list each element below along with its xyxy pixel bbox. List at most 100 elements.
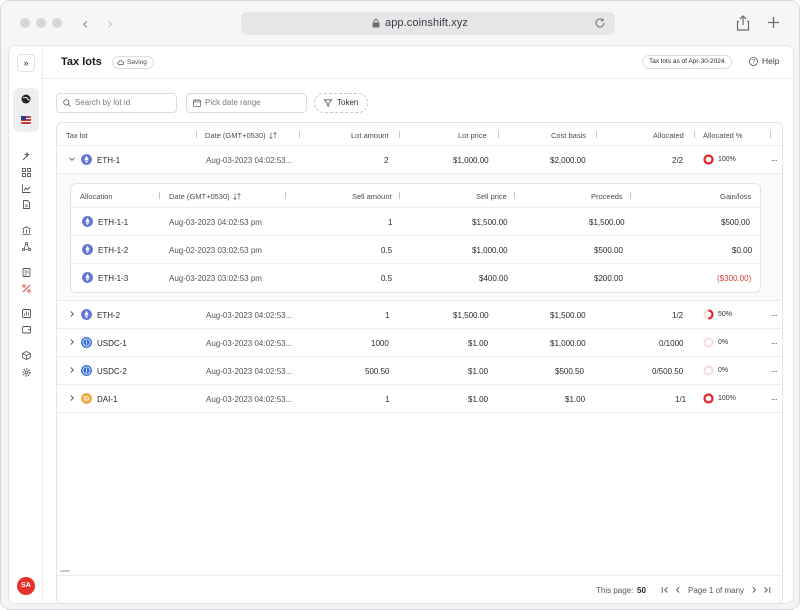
chevron-right-icon[interactable]: [68, 310, 76, 318]
back-arrow-icon[interactable]: ‹: [82, 14, 88, 33]
col-proceeds[interactable]: Proceeds: [591, 192, 623, 201]
column-separator[interactable]: [630, 192, 631, 199]
page-size-value[interactable]: 50: [637, 586, 646, 595]
user-avatar[interactable]: SA: [17, 577, 35, 595]
allocation-id: ETH-1-1: [98, 218, 129, 227]
allocation-id: ETH-1-3: [98, 274, 129, 283]
column-separator[interactable]: [159, 192, 160, 199]
allocation-date: Aug-03-2023 03:02:53 pm: [169, 274, 262, 283]
chevron-right-icon[interactable]: [68, 366, 76, 374]
report-icon[interactable]: [22, 309, 31, 318]
allocated-pct: 0%: [718, 367, 729, 374]
table-row[interactable]: USDC-1 Aug-03-2023 04:02:53... 1000 $1.0…: [57, 329, 782, 357]
wallet-icon[interactable]: [22, 325, 31, 334]
bank-icon[interactable]: [22, 226, 31, 235]
chevron-right-icon[interactable]: [68, 338, 76, 346]
browser-window: ‹ › app.coinshift.xyz » SA Tax lots Savi…: [0, 0, 800, 610]
row-more-menu[interactable]: ...: [771, 153, 778, 163]
sort-icon[interactable]: [268, 132, 277, 139]
next-page-icon[interactable]: [750, 586, 758, 594]
column-separator[interactable]: [770, 131, 771, 138]
col-date[interactable]: Date (GMT+0530): [205, 131, 277, 140]
help-link[interactable]: ? Help: [749, 56, 779, 66]
chevron-down-icon[interactable]: [68, 155, 76, 163]
column-separator[interactable]: [399, 192, 400, 199]
col-lot-price[interactable]: Lot price: [458, 131, 487, 140]
col-sub-date[interactable]: Date (GMT+0530): [169, 192, 241, 201]
col-cost-basis[interactable]: Cost basis: [551, 131, 586, 140]
col-allocated-pct[interactable]: Allocated %: [703, 131, 743, 140]
col-tax-lot[interactable]: Tax lot: [66, 131, 88, 140]
row-more-menu[interactable]: ...: [771, 364, 778, 374]
token-filter-button[interactable]: Token: [314, 93, 368, 113]
col-allocation[interactable]: Allocation: [80, 192, 113, 201]
expand-sidebar-button[interactable]: »: [17, 54, 35, 72]
table-row[interactable]: ETH-1 Aug-03-2023 04:02:53... 2 $1,000.0…: [57, 146, 782, 174]
search-input[interactable]: Search by lot id: [56, 93, 177, 113]
row-more-menu[interactable]: ...: [771, 392, 778, 402]
lot-id: USDC-2: [97, 367, 127, 376]
forward-arrow-icon[interactable]: ›: [107, 14, 113, 33]
col-lot-amount[interactable]: Lot amount: [351, 131, 389, 140]
column-separator[interactable]: [299, 131, 300, 138]
date-range-picker[interactable]: Pick date range: [186, 93, 307, 113]
column-separator[interactable]: [694, 131, 695, 138]
network-icon[interactable]: [22, 242, 31, 251]
eth-token-icon: [81, 309, 92, 320]
column-separator[interactable]: [596, 131, 597, 138]
col-sell-amount[interactable]: Sell amount: [352, 192, 392, 201]
column-separator[interactable]: [760, 192, 761, 199]
new-tab-icon[interactable]: [767, 16, 780, 29]
minimize-window-dot[interactable]: [36, 18, 46, 28]
allocated: 0/500.50: [652, 367, 684, 376]
document-icon[interactable]: [22, 200, 31, 209]
allocation-row[interactable]: ETH-1-1 Aug-03-2023 04:02:53 pm 1 $1,500…: [71, 208, 760, 236]
first-page-icon[interactable]: [661, 586, 669, 594]
table-row[interactable]: ETH-2 Aug-03-2023 04:02:53... 1 $1,500.0…: [57, 301, 782, 329]
percent-icon[interactable]: [22, 284, 31, 293]
table-row[interactable]: USDC-2 Aug-03-2023 04:02:53... 500.50 $1…: [57, 357, 782, 385]
allocation-id: ETH-1-2: [98, 246, 129, 255]
col-date-label: Date (GMT+0530): [205, 131, 266, 140]
globe-icon[interactable]: [21, 94, 31, 104]
allocation-row[interactable]: ETH-1-2 Aug-02-2023 03:02:53 pm 0.5 $1,0…: [71, 236, 760, 264]
allocated-pct: 0%: [718, 339, 729, 346]
settings-icon[interactable]: [22, 368, 31, 377]
org-switcher[interactable]: [13, 88, 39, 132]
column-separator[interactable]: [514, 192, 515, 199]
close-window-dot[interactable]: [20, 18, 30, 28]
chevron-right-icon[interactable]: [68, 394, 76, 402]
last-page-icon[interactable]: [763, 586, 771, 594]
share-icon[interactable]: [736, 15, 750, 31]
allocation-row[interactable]: ETH-1-3 Aug-03-2023 03:02:53 pm 0.5 $400…: [71, 264, 760, 292]
row-more-menu[interactable]: ...: [771, 308, 778, 318]
cube-icon[interactable]: [22, 351, 31, 360]
url-text: app.coinshift.xyz: [385, 17, 469, 29]
maximize-window-dot[interactable]: [52, 18, 62, 28]
flag-icon[interactable]: [21, 115, 31, 125]
column-separator[interactable]: [196, 131, 197, 138]
row-more-menu[interactable]: ...: [771, 336, 778, 346]
horizontal-scrollbar[interactable]: [60, 570, 70, 572]
grid-icon[interactable]: [22, 168, 31, 177]
magic-icon[interactable]: [22, 152, 31, 161]
lot-price: $1.00: [468, 367, 489, 376]
proceeds: $1,500.00: [589, 218, 625, 227]
sort-icon[interactable]: [232, 193, 241, 200]
reload-icon[interactable]: [594, 17, 606, 29]
allocation-table-header: Allocation Date (GMT+0530) Sell amount S…: [71, 184, 760, 208]
address-bar[interactable]: app.coinshift.xyz: [241, 12, 615, 35]
dai-token-icon: [81, 393, 92, 404]
column-separator[interactable]: [498, 131, 499, 138]
col-gain-loss[interactable]: Gain/loss: [720, 192, 751, 201]
col-allocated[interactable]: Allocated: [653, 131, 684, 140]
column-separator[interactable]: [285, 192, 286, 199]
chart-icon[interactable]: [22, 184, 31, 193]
table-footer: This page: 50 Page 1 of many: [57, 570, 782, 603]
col-sell-price[interactable]: Sell price: [476, 192, 507, 201]
table-row[interactable]: DAI-1 Aug-03-2023 04:02:53... 1 $1.00 $1…: [57, 385, 782, 413]
ledger-icon[interactable]: [22, 268, 31, 277]
lot-date: Aug-03-2023 04:02:53...: [206, 339, 293, 348]
previous-page-icon[interactable]: [674, 586, 682, 594]
column-separator[interactable]: [399, 131, 400, 138]
